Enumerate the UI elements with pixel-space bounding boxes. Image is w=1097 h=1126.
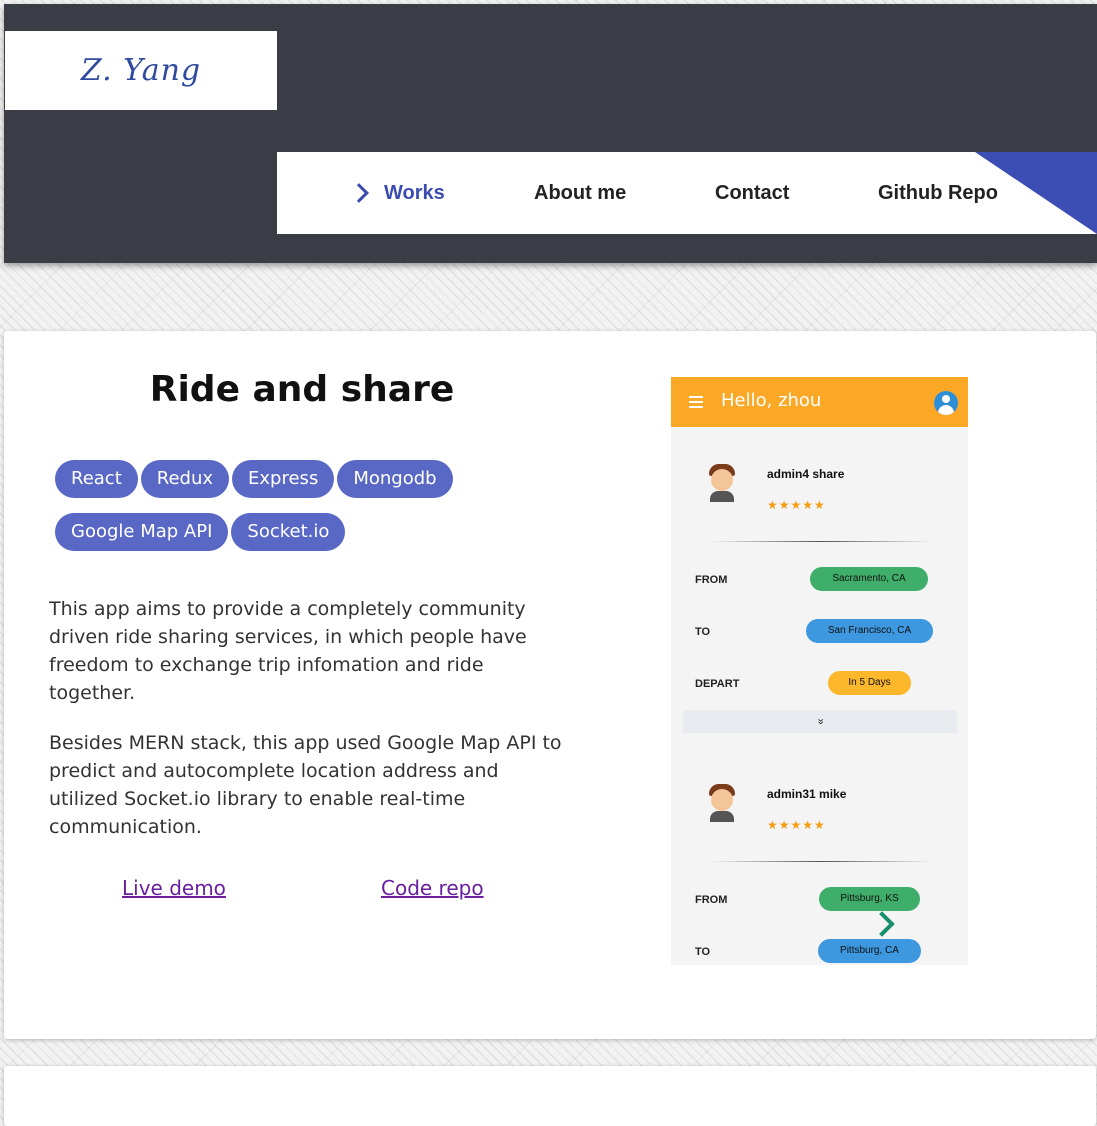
project-card: Ride and share React Redux Express Mongodb G… — [4, 331, 1096, 1039]
description-paragraph: This app aims to provide a completely co… — [49, 598, 527, 704]
project-title: Ride and share — [149, 369, 455, 410]
description-paragraph: Besides MERN stack, this app used Google… — [49, 732, 562, 838]
to-pill: Pittsburg, CA — [818, 939, 921, 963]
to-label: TO — [695, 946, 711, 958]
star-rating: ★★★★★ — [767, 498, 826, 512]
ride-user-name: admin4 share — [767, 467, 845, 481]
depart-pill: In 5 Days — [828, 671, 911, 695]
logo[interactable]: Z. Yang — [5, 31, 277, 110]
ride-user-name: admin31 mike — [767, 787, 847, 801]
tag: Mongodb — [337, 460, 453, 498]
to-label: TO — [695, 626, 711, 638]
live-demo-link[interactable]: Live demo — [122, 876, 226, 900]
account-icon — [934, 391, 958, 415]
avatar — [707, 784, 737, 822]
from-pill: Pittsburg, KS — [819, 887, 920, 911]
nav-item-about[interactable]: About me — [534, 152, 626, 234]
expand-button: » — [683, 710, 957, 733]
nav-item-label: About me — [534, 181, 627, 204]
divider — [709, 541, 934, 542]
divider — [709, 861, 934, 862]
main-nav: Works About me Contact Github Repo — [277, 152, 1097, 234]
star-rating: ★★★★★ — [767, 818, 826, 832]
next-slide-arrow-icon[interactable] — [869, 911, 895, 937]
next-project-card — [4, 1066, 1096, 1126]
tag: React — [55, 460, 138, 498]
code-repo-link[interactable]: Code repo — [381, 876, 484, 900]
tag: Express — [232, 460, 335, 498]
avatar — [707, 464, 737, 502]
depart-label: DEPART — [695, 678, 740, 690]
site-header: Z. Yang Works About me Contact Github Re… — [4, 4, 1097, 263]
project-screenshot: Hello, zhou admin4 share ★★★★★ FROM Sacr… — [671, 377, 968, 965]
app-bar: Hello, zhou — [671, 377, 968, 427]
from-pill: Sacramento, CA — [810, 567, 928, 591]
tag: Socket.io — [231, 513, 346, 551]
nav-corner-decoration — [975, 152, 1097, 234]
menu-icon — [689, 396, 703, 408]
chevron-right-icon — [349, 183, 369, 203]
tag: Redux — [140, 460, 230, 498]
logo-text: Z. Yang — [80, 53, 202, 88]
double-chevron-down-icon: » — [814, 718, 827, 725]
app-title: Hello, zhou — [721, 390, 822, 411]
from-label: FROM — [695, 574, 728, 586]
nav-item-contact[interactable]: Contact — [715, 152, 789, 234]
tag: Google Map API — [55, 513, 229, 551]
project-description: This app aims to provide a completely co… — [49, 595, 569, 863]
nav-item-label: Works — [384, 181, 445, 204]
tech-tags: React Redux Express Mongodb Google Map API So… — [55, 460, 575, 566]
nav-item-works[interactable]: Works — [349, 152, 445, 234]
from-label: FROM — [695, 894, 728, 906]
to-pill: San Francisco, CA — [806, 619, 933, 643]
nav-item-label: Contact — [715, 181, 790, 204]
